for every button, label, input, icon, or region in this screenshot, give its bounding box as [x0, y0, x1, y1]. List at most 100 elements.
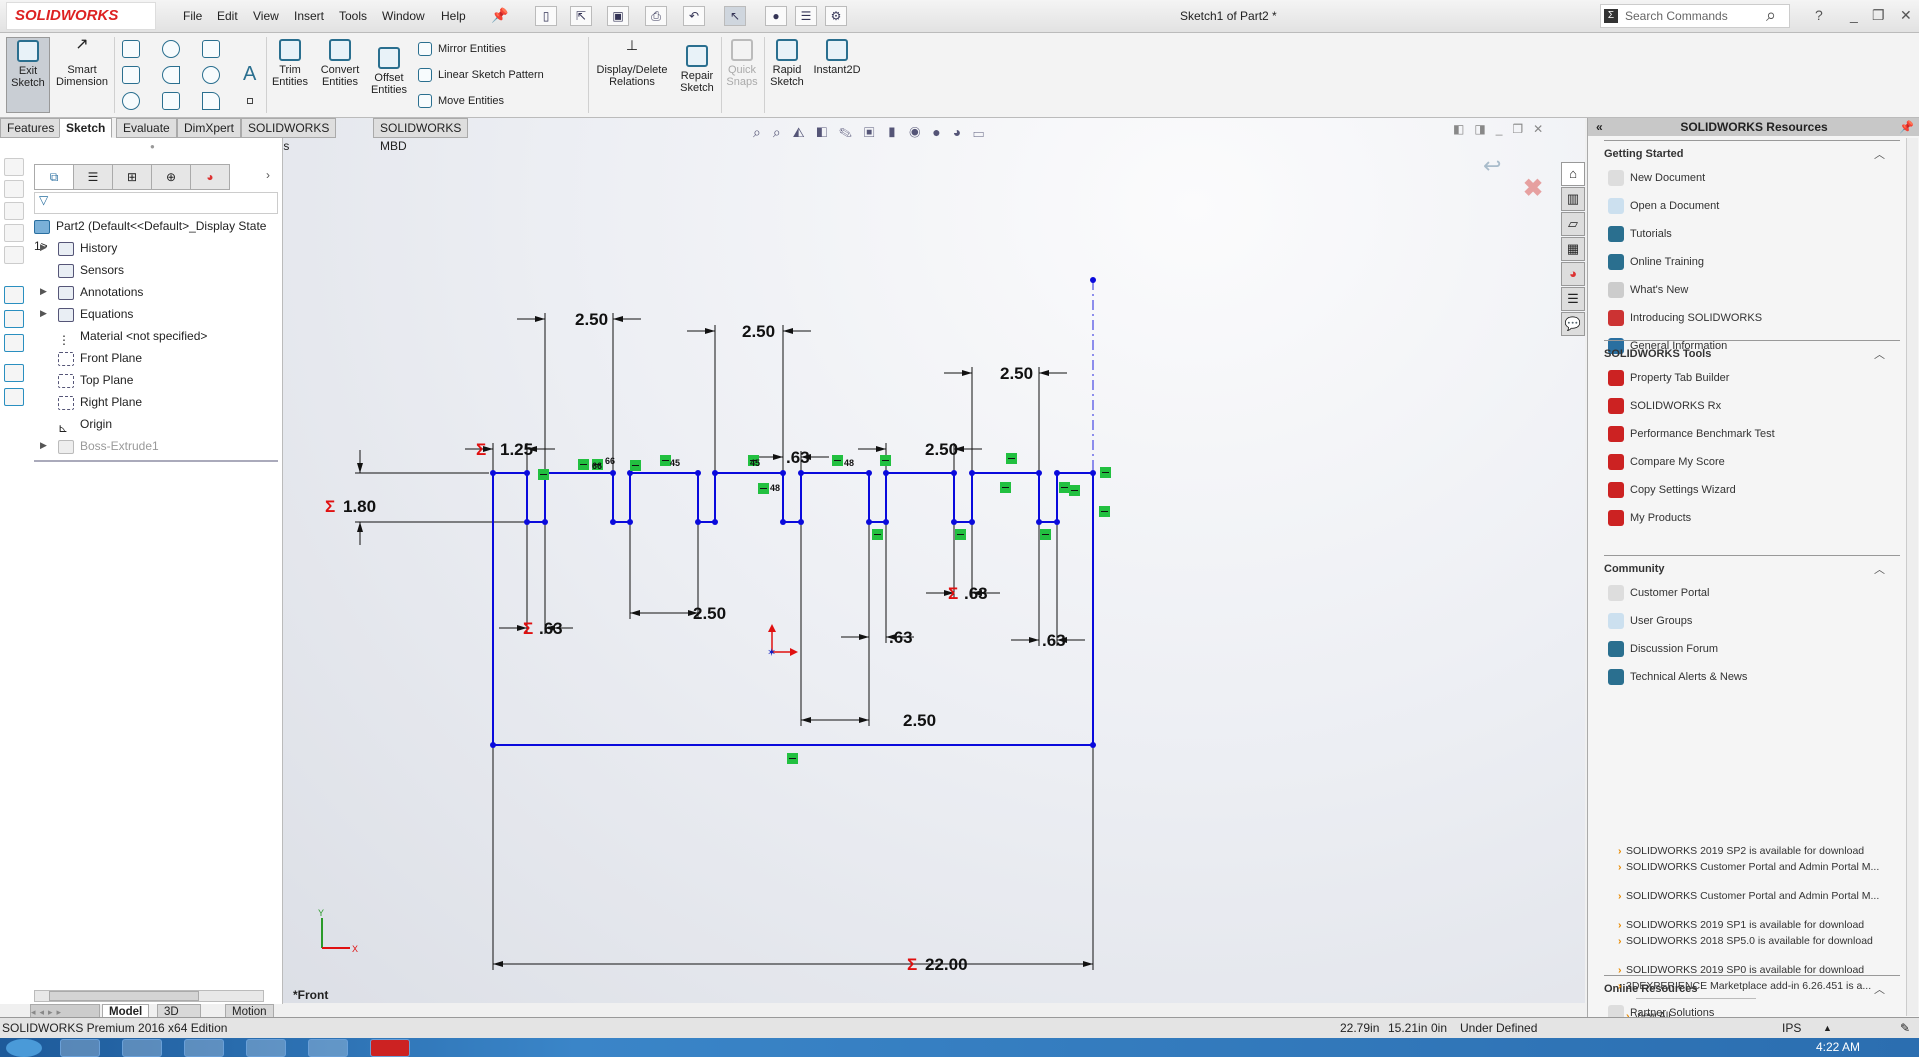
trim-entities-button[interactable]: Trim Entities	[270, 37, 310, 88]
cancel-sketch-icon[interactable]: ✖	[1523, 174, 1543, 203]
viewport-restore-icon[interactable]: ❐	[1512, 122, 1533, 136]
save-icon[interactable]: ▣	[607, 6, 629, 26]
hide-show-icon[interactable]: ◉	[909, 124, 932, 140]
units-up-arrow-icon[interactable]: ▲	[1823, 1018, 1832, 1038]
display-icon[interactable]	[4, 334, 24, 352]
arc-tool-icon[interactable]	[162, 66, 180, 84]
expand-arrow-icon[interactable]: ▶	[40, 440, 47, 451]
zoom-to-area-icon[interactable]: ⌕	[773, 124, 793, 140]
solidworks-logo[interactable]: SOLIDWORKS	[6, 2, 156, 30]
undo-icon[interactable]: ↶	[683, 6, 705, 26]
edit-sketch-icon[interactable]	[4, 310, 24, 328]
viewport-close-icon[interactable]: ✕	[1533, 122, 1553, 136]
display-delete-relations-button[interactable]: ⊥ Display/Delete Relations	[592, 37, 672, 88]
point-tool-icon[interactable]	[247, 98, 253, 104]
search-commands-input[interactable]: Search Commands	[1600, 4, 1790, 28]
chrome-taskbar-icon[interactable]	[122, 1039, 162, 1057]
filter-field[interactable]: ▽	[34, 192, 278, 214]
zoom-to-fit-icon[interactable]: ⌕	[753, 124, 773, 140]
view-cube-icon[interactable]	[4, 180, 24, 198]
news-link[interactable]: › SOLIDWORKS 2019 SP1 is available for do…	[1618, 919, 1896, 931]
dimxpert-manager-tab-icon[interactable]: ⊕	[151, 165, 190, 189]
task-pane-link[interactable]: My Products	[1608, 510, 1691, 526]
tab-addins[interactable]: SOLIDWORKS Add-Ins	[241, 118, 337, 153]
property-manager-tab-icon[interactable]: ☰	[73, 165, 112, 189]
tab-dimxpert[interactable]: DimXpert	[177, 118, 242, 138]
collapse-icon[interactable]: «	[1596, 118, 1603, 136]
task-pane-link[interactable]: New Document	[1608, 170, 1705, 186]
collapse-section-icon[interactable]: ︿	[1874, 146, 1885, 162]
news-link[interactable]: › SOLIDWORKS 2019 SP0 is available for do…	[1618, 964, 1896, 976]
text-tool-icon[interactable]: A	[243, 63, 256, 86]
panel-grip-icon[interactable]: ●	[150, 142, 155, 151]
smart-dimension-button[interactable]: ↗ Smart Dimension	[54, 37, 110, 89]
help-icon[interactable]: ?	[1815, 7, 1823, 23]
task-pane-link[interactable]: SOLIDWORKS Rx	[1608, 398, 1721, 414]
customize-icon[interactable]: ✎	[1900, 1018, 1910, 1038]
graphics-area[interactable]: ⌕⌕◭◧✎▣▮◉●◕▭ ◧◨_❐✕ ↩ ✖ *Front	[283, 118, 1585, 1003]
view-orientation-icon[interactable]: ▣	[864, 124, 887, 140]
view-cube-icon[interactable]	[4, 202, 24, 220]
minimize-icon[interactable]: _	[1850, 7, 1858, 23]
fillet-tool-icon[interactable]	[202, 92, 220, 110]
task-pane-link[interactable]: Performance Benchmark Test	[1608, 426, 1775, 442]
print-icon[interactable]: ⎙	[645, 6, 667, 26]
tab-features[interactable]: Features	[0, 118, 62, 138]
tab-sketch[interactable]: Sketch	[59, 118, 113, 138]
file-explorer-tab-icon[interactable]: ▱	[1561, 212, 1585, 236]
view-palette-tab-icon[interactable]: ▦	[1561, 237, 1585, 261]
file-properties-icon[interactable]: ☰	[795, 6, 817, 26]
rectangle-tool-icon[interactable]	[122, 66, 140, 84]
convert-entities-button[interactable]: Convert Entities	[316, 37, 364, 88]
units-selector[interactable]: IPS	[1782, 1018, 1801, 1038]
rapid-sketch-button[interactable]: Rapid Sketch	[767, 37, 807, 88]
rebuild-icon[interactable]: ●	[765, 6, 787, 26]
news-link[interactable]: › SOLIDWORKS 2018 SP5.0 is available for …	[1618, 935, 1896, 947]
explorer-taskbar-icon[interactable]	[60, 1039, 100, 1057]
move-entities-button[interactable]: Move Entities	[418, 94, 504, 108]
tree-item-annotations[interactable]: Annotations	[58, 282, 143, 302]
solidworks-resources-tab-icon[interactable]: ⌂	[1561, 162, 1585, 186]
extrude-icon[interactable]	[4, 364, 24, 382]
view-settings-icon[interactable]: ▭	[973, 124, 996, 140]
task-pane-link[interactable]: Copy Settings Wizard	[1608, 482, 1736, 498]
line-tool-icon[interactable]	[122, 40, 140, 58]
tree-item-front-plane[interactable]: Front Plane	[58, 348, 142, 368]
menu-help[interactable]: Help	[441, 9, 466, 23]
task-pane-link[interactable]: Open a Document	[1608, 198, 1719, 214]
task-pane-link[interactable]: User Groups	[1608, 613, 1692, 629]
edit-appearance-icon[interactable]: ●	[932, 124, 952, 140]
design-library-tab-icon[interactable]: ▥	[1561, 187, 1585, 211]
offset-entities-button[interactable]: Offset Entities	[368, 45, 410, 96]
task-pane-link[interactable]: Tutorials	[1608, 226, 1672, 242]
task-pane-link[interactable]: Property Tab Builder	[1608, 370, 1729, 386]
view-cube-icon[interactable]	[4, 224, 24, 242]
search-icon[interactable]: ⌕	[1766, 5, 1776, 26]
menu-view[interactable]: View	[253, 9, 279, 23]
prev-icon[interactable]: ◧	[1453, 122, 1474, 136]
rollback-bar[interactable]	[34, 460, 278, 462]
custom-properties-tab-icon[interactable]: ☰	[1561, 287, 1585, 311]
linear-sketch-pattern-button[interactable]: Linear Sketch Pattern	[418, 68, 544, 82]
confirm-exit-sketch-icon[interactable]: ↩	[1483, 153, 1501, 179]
app-taskbar-icon[interactable]	[184, 1039, 224, 1057]
chevron-right-icon[interactable]: ›	[266, 168, 270, 182]
restore-icon[interactable]: ❐	[1872, 7, 1885, 24]
task-pane-link[interactable]: Customer Portal	[1608, 585, 1709, 601]
vertical-scrollbar[interactable]	[1906, 138, 1918, 1016]
expand-arrow-icon[interactable]: ▶	[40, 308, 47, 319]
options-gear-icon[interactable]: ⚙	[825, 6, 847, 26]
sketch-icon[interactable]	[4, 286, 24, 304]
menu-tools[interactable]: Tools	[339, 9, 367, 23]
configuration-manager-tab-icon[interactable]: ⊞	[112, 165, 151, 189]
menu-window[interactable]: Window	[382, 9, 425, 23]
task-pane-link[interactable]: What's New	[1608, 282, 1688, 298]
scrollbar-thumb[interactable]	[49, 991, 199, 1001]
news-link[interactable]: › SOLIDWORKS 2019 SP2 is available for do…	[1618, 845, 1896, 857]
horizontal-scrollbar[interactable]	[34, 990, 264, 1002]
tree-root-part[interactable]: Part2 (Default<<Default>_Display State 1…	[34, 216, 282, 253]
news-link[interactable]: › SOLIDWORKS Customer Portal and Admin Po…	[1618, 890, 1896, 902]
news-link[interactable]: › 3DEXPERIENCE Marketplace add-in 6.26.45…	[1618, 980, 1896, 992]
spline-tool-icon[interactable]	[202, 40, 220, 58]
tree-item-sensors[interactable]: Sensors	[58, 260, 124, 280]
